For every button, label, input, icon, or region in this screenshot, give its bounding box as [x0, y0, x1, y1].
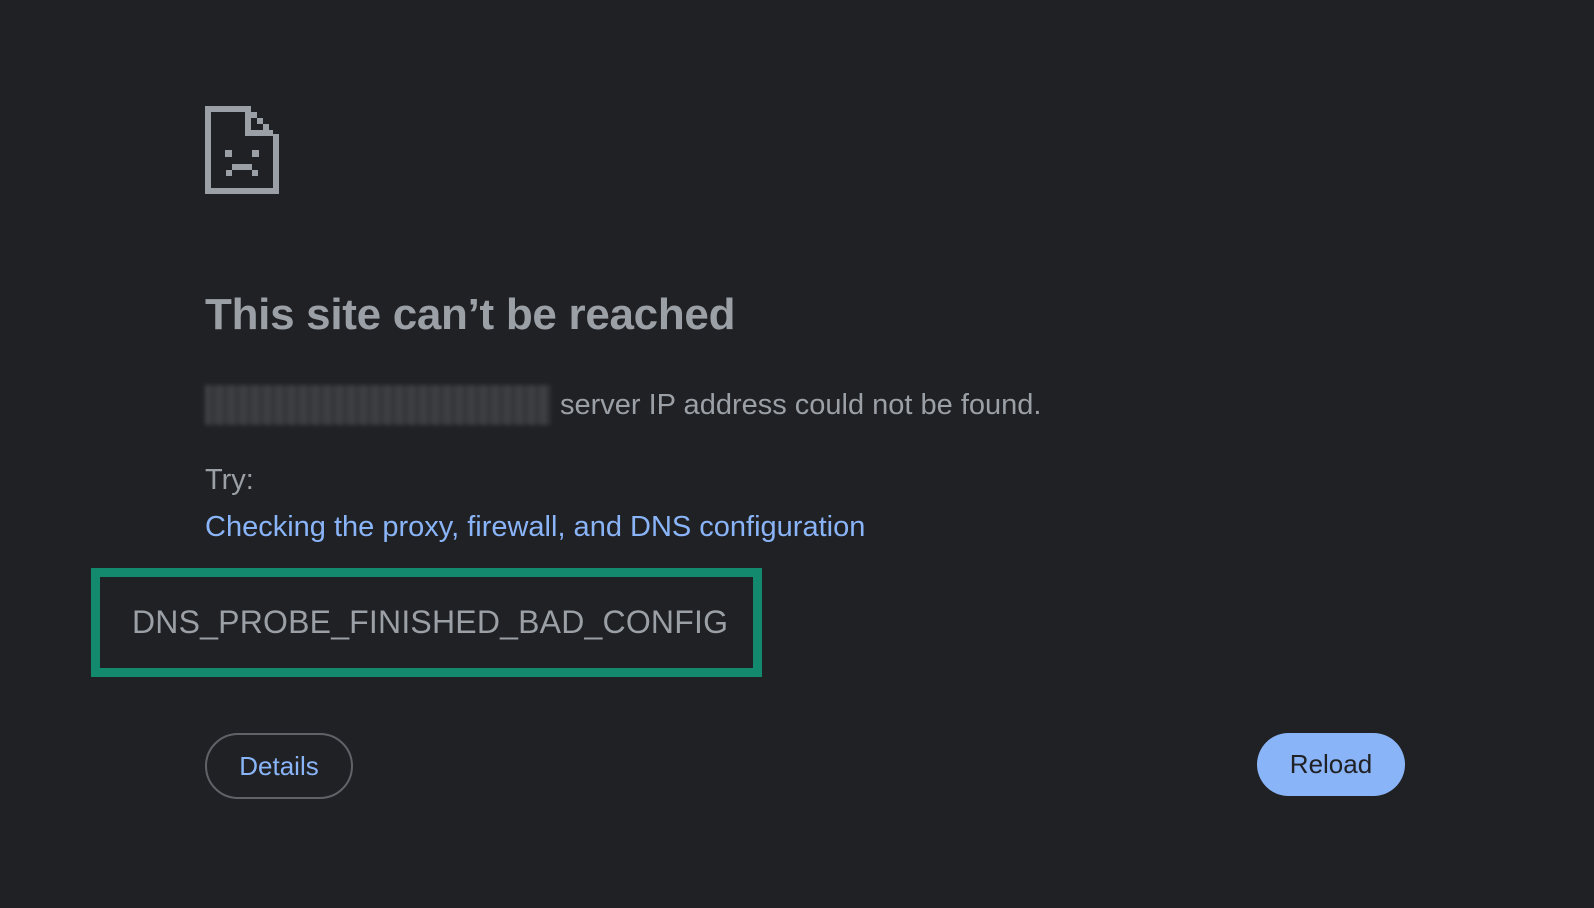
error-code-highlight: DNS_PROBE_FINISHED_BAD_CONFIG [91, 568, 762, 677]
proxy-firewall-dns-link[interactable]: Checking the proxy, firewall, and DNS co… [205, 511, 865, 544]
sad-document-icon [205, 106, 279, 194]
details-button[interactable]: Details [205, 733, 353, 799]
error-summary: server IP address could not be found. [205, 385, 1042, 425]
error-code: DNS_PROBE_FINISHED_BAD_CONFIG [132, 604, 729, 640]
page-title: This site can’t be reached [205, 290, 736, 339]
error-summary-text: server IP address could not be found. [560, 388, 1042, 421]
error-page: This site can’t be reached server IP add… [0, 0, 1594, 908]
try-label: Try: [205, 464, 254, 496]
redacted-hostname [205, 385, 550, 425]
reload-button[interactable]: Reload [1257, 733, 1405, 796]
